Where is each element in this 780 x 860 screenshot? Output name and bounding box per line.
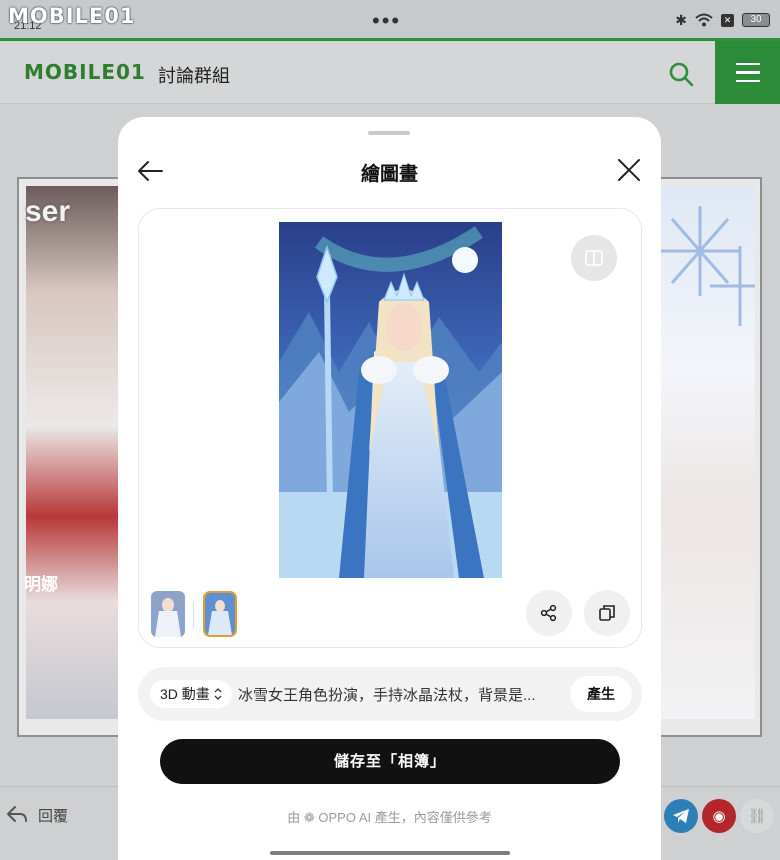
telegram-share-button[interactable] <box>664 799 698 833</box>
menu-bar <box>735 71 760 74</box>
weibo-icon: ◉ <box>712 808 726 825</box>
copy-icon <box>599 605 615 621</box>
share-icon <box>540 604 557 622</box>
thumbnail-original-image <box>151 591 185 637</box>
status-icons: ✱ ✕ 30 <box>675 10 770 30</box>
style-selector-label: 3D 動畫 <box>160 686 210 702</box>
snowflake-decoration <box>660 206 755 326</box>
status-bar: 21:12 MOBILE01 ••• ✱ ✕ 30 <box>0 0 780 38</box>
thumbnail-generated[interactable] <box>203 591 237 637</box>
link-icon: ⛓ <box>747 808 767 825</box>
more-dots-icon: ••• <box>372 8 402 33</box>
battery-icon: 30 <box>742 13 770 27</box>
style-selector[interactable]: 3D 動畫 <box>150 680 232 708</box>
image-generation-sheet: 繪圖畫 3D 動畫 冰雪女王角色扮演，手持冰晶法杖，背景是... 產生 儲存至「… <box>118 117 661 860</box>
compare-button[interactable] <box>571 235 617 281</box>
generated-image[interactable] <box>279 222 502 578</box>
site-header: MOBILE01 討論群組 <box>0 38 780 104</box>
ai-disclaimer: 由 ❁ OPPO AI 產生，內容僅供參考 <box>287 810 492 825</box>
thumbnail-separator <box>193 602 194 628</box>
menu-bar <box>735 62 760 66</box>
section-title[interactable]: 討論群組 <box>158 62 230 88</box>
compare-icon <box>585 250 603 266</box>
close-icon[interactable] <box>616 157 642 183</box>
weibo-share-button[interactable]: ◉ <box>702 799 736 833</box>
home-indicator[interactable] <box>270 851 510 855</box>
background-image-left-text: ser <box>25 195 71 228</box>
background-image-left-caption: 明娜 <box>24 575 58 594</box>
generated-image-card <box>138 208 642 648</box>
thumbnail-generated-image <box>205 593 235 635</box>
chevron-updown-icon <box>214 688 222 700</box>
background-image-left <box>26 186 120 719</box>
prompt-bar: 3D 動畫 冰雪女王角色扮演，手持冰晶法杖，背景是... 產生 <box>138 667 642 721</box>
share-button[interactable] <box>526 590 572 636</box>
save-to-album-button[interactable]: 儲存至「相簿」 <box>160 739 620 784</box>
watermark-logo: MOBILE01 <box>8 4 136 28</box>
background-image-right <box>660 186 755 719</box>
reply-label[interactable]: 回覆 <box>38 805 68 826</box>
wifi-icon <box>695 13 713 27</box>
copy-link-button[interactable]: ⛓ <box>740 799 774 833</box>
ice-queen-illustration <box>279 222 502 578</box>
sheet-title: 繪圖畫 <box>360 164 418 185</box>
thumbnail-original[interactable] <box>151 591 185 637</box>
nfc-icon: ✕ <box>721 13 734 27</box>
menu-button[interactable] <box>715 41 780 104</box>
drag-handle[interactable] <box>368 131 410 135</box>
reply-icon[interactable] <box>6 804 28 824</box>
telegram-icon <box>673 809 689 823</box>
site-logo[interactable]: MOBILE01 <box>24 60 146 84</box>
bluetooth-icon: ✱ <box>675 11 687 28</box>
copy-button[interactable] <box>584 590 630 636</box>
menu-bar <box>735 79 760 83</box>
search-icon[interactable] <box>668 61 694 87</box>
generate-button[interactable]: 產生 <box>570 676 632 712</box>
prompt-text[interactable]: 冰雪女王角色扮演，手持冰晶法杖，背景是... <box>238 684 558 705</box>
